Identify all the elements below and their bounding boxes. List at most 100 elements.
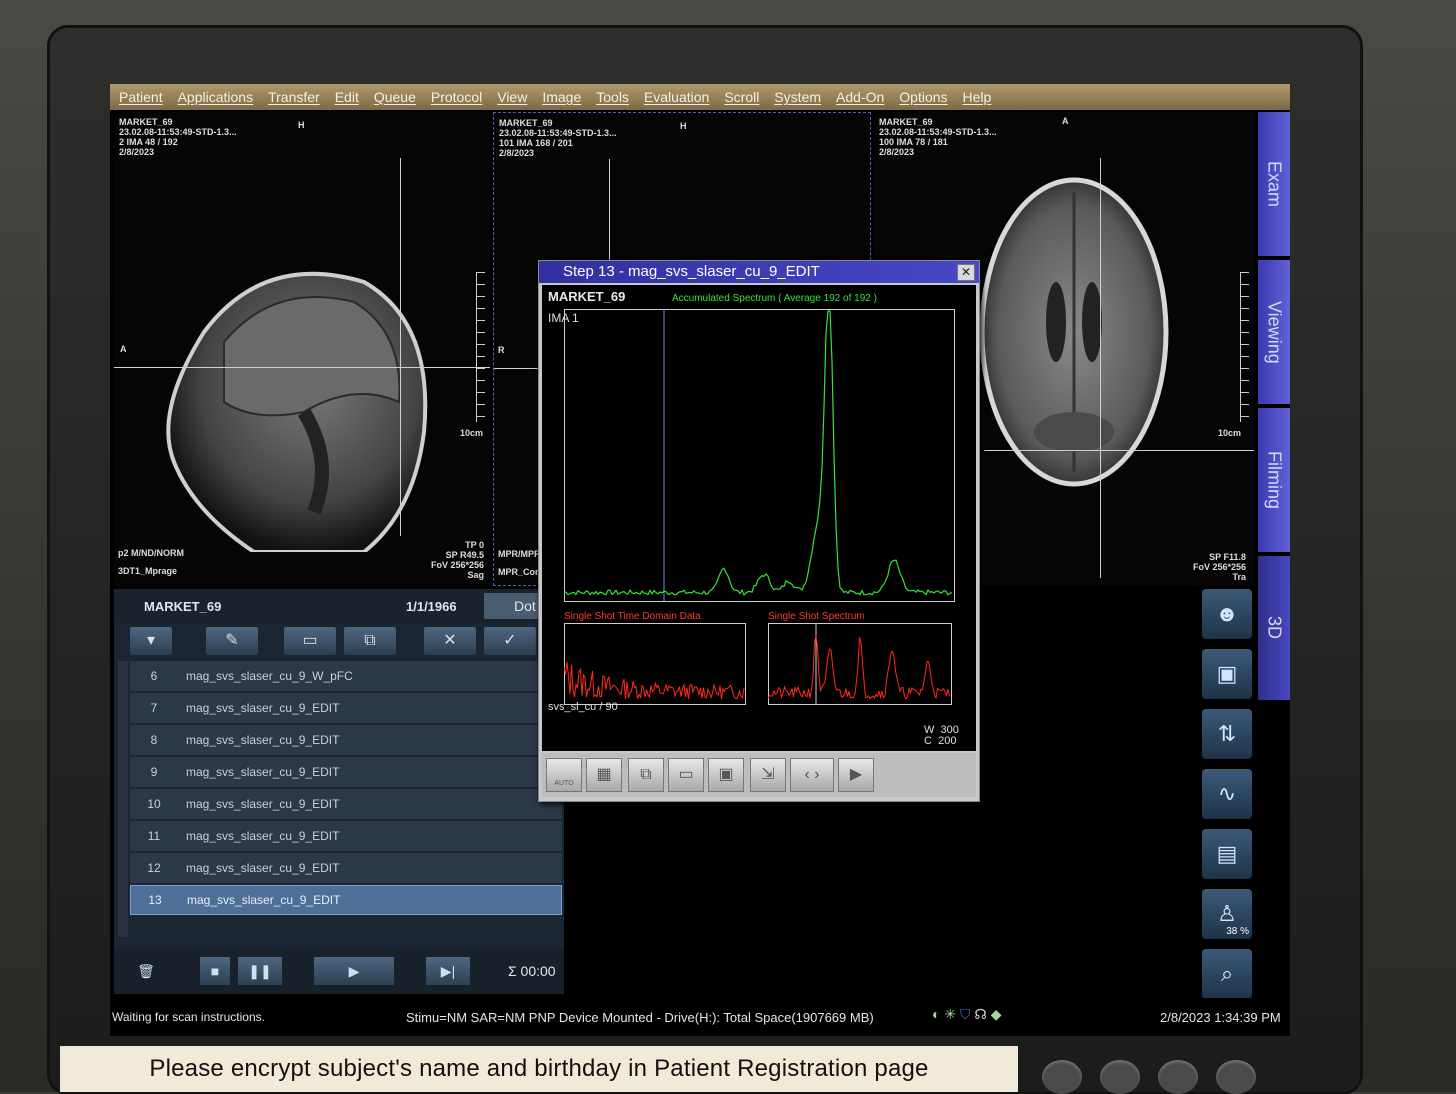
person-icon: ♙ <box>1217 901 1237 926</box>
viewer-tool-button[interactable]: ▣ <box>1202 649 1252 699</box>
orientation-top: A <box>1062 116 1069 126</box>
stack-icon: ▦ <box>596 766 612 783</box>
shield-icon: ⛉ <box>959 1006 971 1022</box>
device-icon: ◆ <box>990 1006 1002 1022</box>
copy-image-button[interactable]: ⧉ <box>628 758 664 792</box>
scale-label: 10cm <box>460 428 484 438</box>
study-id: 23.02.08-11:53:49-STD-1.3... <box>879 127 997 137</box>
series-number: 7 <box>150 701 158 715</box>
hardware-button[interactable] <box>1100 1060 1140 1094</box>
head-icon: ☻ <box>1215 601 1239 626</box>
stack-button[interactable]: ▦ <box>586 758 622 792</box>
series-row[interactable]: 11 mag_svs_slaser_cu_9_EDIT <box>130 821 562 851</box>
series-row[interactable]: 8 mag_svs_slaser_cu_9_EDIT <box>130 725 562 755</box>
step-arrows[interactable]: ‹ › <box>790 758 834 792</box>
menu-item-edit[interactable]: Edit <box>335 89 359 105</box>
tool-palette: ☻ ▣ ⇅ ∿ ▤ ♙ 38 % ⌕ <box>1202 589 1256 1009</box>
patient-id: MARKET_69 <box>879 117 933 127</box>
tray-icons: ◐ ✳ ⛉ ☊ ◆ <box>932 1006 1001 1023</box>
hardware-button[interactable] <box>1158 1060 1198 1094</box>
c-label: C <box>924 735 932 747</box>
menu-item-evaluation[interactable]: Evaluation <box>644 89 709 105</box>
series-row[interactable]: 10 mag_svs_slaser_cu_9_EDIT <box>130 789 562 819</box>
confirm-button[interactable]: ✓ <box>484 627 536 655</box>
physio-tool-button[interactable]: ∿ <box>1202 769 1252 819</box>
orientation-top: H <box>680 121 687 131</box>
tab-3d[interactable]: 3D <box>1258 556 1290 700</box>
skip-icon: ▶| <box>440 962 456 979</box>
patient-id: MARKET_69 <box>499 118 553 128</box>
hardware-button[interactable] <box>1042 1060 1082 1094</box>
reference-button[interactable]: ▭ <box>668 758 704 792</box>
play-button[interactable]: ▶ <box>838 758 874 792</box>
hardware-button[interactable] <box>1216 1060 1256 1094</box>
queue-header: MARKET_69 1/1/1966 Dot <box>114 589 564 623</box>
viewport-sagittal[interactable]: MARKET_69 23.02.08-11:53:49-STD-1.3... 2… <box>114 112 490 586</box>
edit-protocol-button[interactable]: ✎ <box>206 627 258 655</box>
series-row[interactable]: 7 mag_svs_slaser_cu_9_EDIT <box>130 693 562 723</box>
tab-exam[interactable]: Exam <box>1258 112 1290 256</box>
auto-button[interactable]: AUTO <box>546 758 582 792</box>
play-icon: ▶ <box>849 766 863 783</box>
menu-item-add-on[interactable]: Add-On <box>836 89 884 105</box>
stop-button[interactable]: ■ <box>200 957 230 985</box>
series-row[interactable]: 9 mag_svs_slaser_cu_9_EDIT <box>130 757 562 787</box>
series-info: MPR/MPR <box>498 549 541 559</box>
table-position-tool-button[interactable]: ⇅ <box>1202 709 1252 759</box>
menu-item-tools[interactable]: Tools <box>596 89 629 105</box>
exam-queue-panel: MARKET_69 1/1/1966 Dot ▾ ✎ ▭ ⧉ ✕ ✓ 6 mag_… <box>114 589 564 994</box>
dialog-close-button[interactable]: ✕ <box>957 264 975 281</box>
copy-button[interactable]: ⧉ <box>344 627 396 655</box>
menu-item-view[interactable]: View <box>497 89 527 105</box>
start-scan-button[interactable]: ▶ <box>314 957 394 985</box>
image-number: 101 IMA 168 / 201 <box>499 138 573 148</box>
view-dropdown[interactable]: ▾ <box>130 627 172 655</box>
menu-item-scroll[interactable]: Scroll <box>724 89 759 105</box>
tab-viewing[interactable]: Viewing <box>1258 260 1290 404</box>
plane-value: Tra <box>1232 572 1246 582</box>
skip-button[interactable]: ▶| <box>426 957 470 985</box>
patient-position-tool-button[interactable]: ♙ 38 % <box>1202 889 1252 939</box>
menu-item-image[interactable]: Image <box>542 89 581 105</box>
open-folder-button[interactable]: ▭ <box>284 627 336 655</box>
scan-timer: Σ 00:00 <box>508 963 556 979</box>
menu-item-system[interactable]: System <box>774 89 821 105</box>
series-number: 9 <box>150 765 158 779</box>
series-row[interactable]: 13 mag_svs_slaser_cu_9_EDIT <box>130 885 562 915</box>
viewport-footer-right: SP F11.8 FoV 256*256 Tra <box>1193 552 1246 582</box>
pause-button[interactable]: ❚❚ <box>238 957 282 985</box>
menu-item-applications[interactable]: Applications <box>178 89 254 105</box>
viewport-header: MARKET_69 23.02.08-11:53:49-STD-1.3... 2… <box>119 117 237 157</box>
delete-step-button[interactable]: ✕ <box>424 627 476 655</box>
image-number: 100 IMA 78 / 181 <box>879 137 948 147</box>
monitor-screen: Patient Applications Transfer Edit Queue Prot… <box>110 84 1290 1036</box>
series-name: mag_svs_slaser_cu_9_EDIT <box>186 701 340 715</box>
series-row[interactable]: 12 mag_svs_slaser_cu_9_EDIT <box>130 853 562 883</box>
series-row[interactable]: 6 mag_svs_slaser_cu_9_W_pFC <box>130 661 562 691</box>
menu-item-patient[interactable]: Patient <box>119 89 163 105</box>
tab-filming[interactable]: Filming <box>1258 408 1290 552</box>
trash-button[interactable]: 🗑 <box>132 957 160 985</box>
crosshair-horizontal <box>494 368 542 369</box>
network-icon: ✳ <box>944 1006 957 1022</box>
save-icon: ▣ <box>718 766 734 783</box>
head-scan-tool-button[interactable]: ☻ <box>1202 589 1252 639</box>
layout-tool-button[interactable]: ▤ <box>1202 829 1252 879</box>
menu-item-options[interactable]: Options <box>899 89 947 105</box>
system-status: Stimu=NM SAR=NM PNP Device Mounted - Dri… <box>406 1010 874 1025</box>
zoom-tool-button[interactable]: ⌕ <box>1202 949 1252 999</box>
export-button[interactable]: ⇲ <box>750 758 786 792</box>
sp-value: SP F11.8 <box>1209 552 1246 562</box>
dialog-title: Step 13 - mag_svs_slaser_cu_9_EDIT <box>563 263 820 280</box>
dialog-titlebar[interactable]: Step 13 - mag_svs_slaser_cu_9_EDIT ✕ <box>539 261 979 283</box>
queue-scrollbar[interactable] <box>118 661 128 937</box>
dialog-patient: MARKET_69 <box>548 289 626 304</box>
series-info: p2 M/ND/NORM <box>118 548 184 558</box>
save-image-button[interactable]: ▣ <box>708 758 744 792</box>
menu-item-transfer[interactable]: Transfer <box>268 89 320 105</box>
menu-item-help[interactable]: Help <box>963 89 992 105</box>
menu-item-protocol[interactable]: Protocol <box>431 89 482 105</box>
series-name: mag_svs_slaser_cu_9_EDIT <box>186 797 340 811</box>
series-number: 6 <box>150 669 158 683</box>
menu-item-queue[interactable]: Queue <box>374 89 416 105</box>
